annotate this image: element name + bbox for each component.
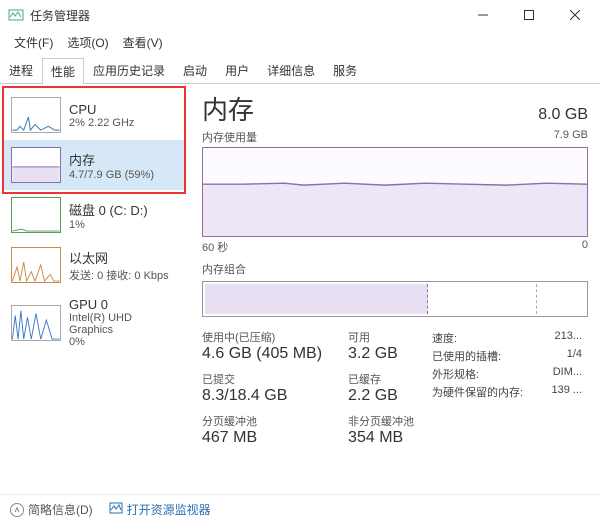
stat-available: 可用 3.2 GB	[348, 329, 414, 363]
chevron-up-icon: ˄	[10, 503, 24, 517]
memory-usage-graph[interactable]	[202, 147, 588, 237]
sidebar-gpu-sub2: 0%	[69, 336, 179, 348]
detail-title: 内存	[202, 90, 254, 127]
spec-form: 外形规格:DIM...	[432, 365, 582, 383]
sidebar-memory-title: 内存	[69, 150, 154, 169]
ethernet-thumbnail	[11, 247, 61, 283]
comp-standby	[433, 284, 537, 314]
spec-slots: 已使用的插槽:1/4	[432, 347, 582, 365]
memory-composition-graph[interactable]	[202, 281, 588, 317]
memory-thumbnail	[11, 147, 61, 183]
sidebar-gpu-title: GPU 0	[69, 297, 179, 312]
minimize-button[interactable]	[460, 0, 506, 30]
tab-users[interactable]: 用户	[216, 57, 258, 83]
close-button[interactable]	[552, 0, 598, 30]
tab-startup[interactable]: 启动	[174, 57, 216, 83]
axis-left: 60 秒	[202, 239, 228, 255]
tab-bar: 进程 性能 应用历史记录 启动 用户 详细信息 服务	[0, 57, 600, 84]
detail-panel: 内存 8.0 GB 内存使用量 7.9 GB 60 秒 0 内存组合 使用中(已…	[190, 84, 600, 494]
sidebar-cpu-title: CPU	[69, 102, 134, 117]
sidebar-cpu-sub: 2% 2.22 GHz	[69, 117, 134, 129]
resmon-icon	[109, 501, 123, 518]
sidebar-item-ethernet[interactable]: 以太网 发送: 0 接收: 0 Kbps	[4, 240, 186, 290]
stat-nonpaged: 非分页缓冲池 354 MB	[348, 413, 414, 447]
app-icon	[8, 7, 24, 23]
axis-right: 0	[582, 239, 588, 255]
sidebar-gpu-sub1: Intel(R) UHD Graphics	[69, 312, 179, 336]
tab-app-history[interactable]: 应用历史记录	[84, 57, 174, 83]
composition-label: 内存组合	[202, 261, 588, 277]
sidebar-item-cpu[interactable]: CPU 2% 2.22 GHz	[4, 90, 186, 140]
usage-label: 内存使用量	[202, 129, 257, 145]
sidebar-disk-sub: 1%	[69, 219, 148, 231]
sidebar-disk-title: 磁盘 0 (C: D:)	[69, 200, 148, 219]
sidebar-memory-sub: 4.7/7.9 GB (59%)	[69, 169, 154, 181]
spec-speed: 速度:213...	[432, 329, 582, 347]
tab-processes[interactable]: 进程	[0, 57, 42, 83]
cpu-thumbnail	[11, 97, 61, 133]
menu-file[interactable]: 文件(F)	[8, 32, 59, 53]
tab-performance[interactable]: 性能	[42, 58, 84, 84]
open-resmon-link[interactable]: 打开资源监视器	[109, 501, 211, 518]
tab-services[interactable]: 服务	[324, 57, 366, 83]
fewer-details-link[interactable]: ˄ 简略信息(D)	[10, 501, 93, 518]
performance-sidebar: CPU 2% 2.22 GHz 内存 4.7/7.9 GB (59%) 磁盘 0…	[0, 84, 190, 494]
sidebar-ethernet-sub: 发送: 0 接收: 0 Kbps	[69, 267, 169, 283]
window-title: 任务管理器	[30, 7, 460, 24]
detail-capacity: 8.0 GB	[538, 106, 588, 124]
menu-options[interactable]: 选项(O)	[61, 32, 114, 53]
sidebar-item-disk[interactable]: 磁盘 0 (C: D:) 1%	[4, 190, 186, 240]
stat-committed: 已提交 8.3/18.4 GB	[202, 371, 322, 405]
comp-in-use	[205, 284, 428, 314]
tab-details[interactable]: 详细信息	[258, 57, 324, 83]
spec-reserved: 为硬件保留的内存:139 ...	[432, 383, 582, 401]
sidebar-item-gpu[interactable]: GPU 0 Intel(R) UHD Graphics 0%	[4, 290, 186, 355]
stat-cached: 已缓存 2.2 GB	[348, 371, 414, 405]
stat-in-use: 使用中(已压缩) 4.6 GB (405 MB)	[202, 329, 322, 363]
sidebar-item-memory[interactable]: 内存 4.7/7.9 GB (59%)	[4, 140, 186, 190]
maximize-button[interactable]	[506, 0, 552, 30]
gpu-thumbnail	[11, 305, 61, 341]
sidebar-ethernet-title: 以太网	[69, 248, 169, 267]
usage-max: 7.9 GB	[554, 129, 588, 145]
menu-view[interactable]: 查看(V)	[117, 32, 169, 53]
stat-paged: 分页缓冲池 467 MB	[202, 413, 322, 447]
menu-bar: 文件(F) 选项(O) 查看(V)	[0, 30, 600, 55]
disk-thumbnail	[11, 197, 61, 233]
